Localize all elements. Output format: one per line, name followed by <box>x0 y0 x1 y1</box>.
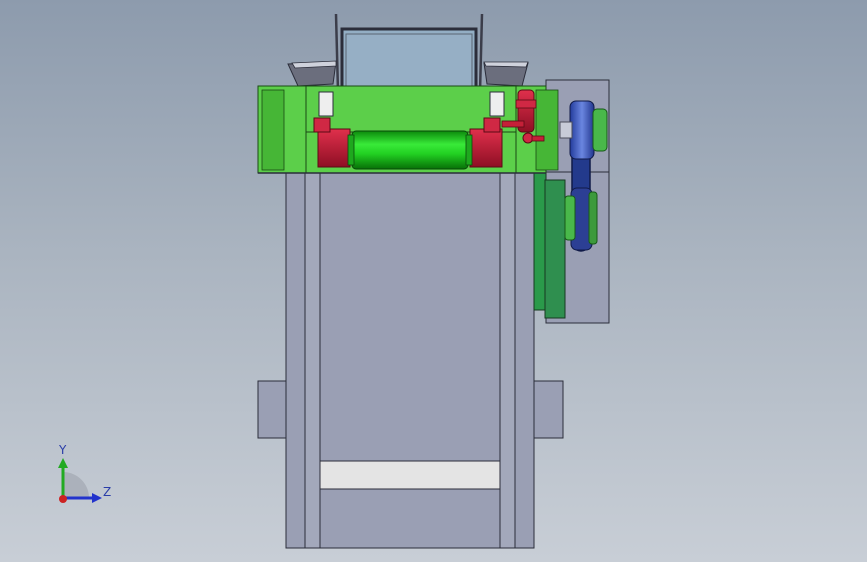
upper-hub <box>592 108 608 152</box>
cad-model[interactable] <box>0 0 867 562</box>
hopper-left-rod <box>334 13 340 93</box>
right-bearing-cap <box>483 117 501 133</box>
left-bearing-cap <box>313 117 331 133</box>
z-axis-label: Z <box>103 485 111 499</box>
roller-right-end <box>465 134 473 166</box>
left-column <box>304 171 321 549</box>
main-frame <box>285 171 535 549</box>
left-housing-face <box>261 89 285 171</box>
x-axis-origin-icon <box>59 495 67 503</box>
right-bearing <box>469 128 503 168</box>
discharge-slot <box>319 460 501 490</box>
red-pin <box>531 135 545 142</box>
upper-pulley <box>569 100 595 160</box>
green-side-plate-inner <box>544 179 566 319</box>
right-adjuster <box>489 91 505 117</box>
green-side-plate <box>533 171 547 311</box>
red-knob <box>522 132 534 144</box>
left-mount-foot <box>257 380 287 439</box>
shaft-stub <box>559 121 573 139</box>
coordinate-triad: Y Z <box>58 443 111 503</box>
right-column <box>499 171 516 549</box>
graphics-viewport[interactable]: Y Z <box>0 0 867 562</box>
lower-hub <box>564 195 576 241</box>
left-bearing <box>317 128 351 168</box>
right-chute-top <box>483 61 529 68</box>
roller-left-end <box>347 134 355 166</box>
red-lever <box>501 120 525 128</box>
right-housing-face <box>535 89 559 171</box>
y-axis-arrow-icon <box>58 458 68 468</box>
y-axis-label: Y <box>58 443 67 457</box>
main-roller <box>351 130 469 170</box>
triad-xy-plane <box>63 472 89 498</box>
lower-hub-right <box>588 191 598 245</box>
z-axis-arrow-icon <box>92 493 102 503</box>
red-cylinder-cap <box>515 99 537 109</box>
right-mount-foot <box>533 380 564 439</box>
left-adjuster <box>318 91 334 117</box>
hopper-right-rod <box>478 13 484 93</box>
